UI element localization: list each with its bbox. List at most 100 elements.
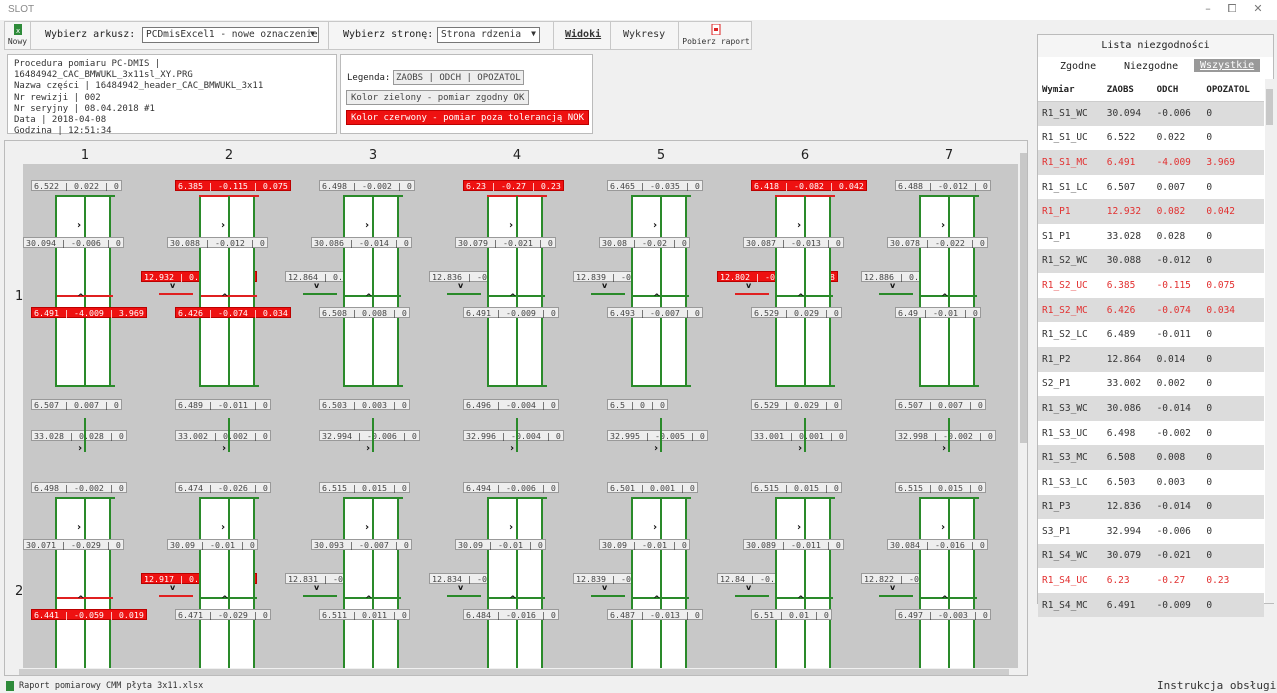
arrow-right-icon: › — [653, 220, 658, 231]
panel-scrollbar[interactable] — [1265, 79, 1274, 603]
table-row[interactable]: R1_S1_WC 30.094 -0.006 0 — [1038, 101, 1264, 126]
arrow-right-icon: › — [365, 220, 370, 231]
tab-nonconforming[interactable]: Niezgodne — [1124, 61, 1178, 72]
table-row[interactable]: R1_S4_MC 6.491 -0.009 0 — [1038, 592, 1264, 618]
width-value: 30.071 | -0.029 | 0 — [23, 539, 124, 550]
width-value: 30.087 | -0.013 | 0 — [743, 237, 844, 248]
table-cell: 0 — [1206, 329, 1213, 341]
middle-cap-value: 6.508 | 0.008 | 0 — [319, 307, 410, 318]
upper-cap-value: 6.498 | -0.002 | 0 — [31, 482, 127, 493]
table-row[interactable]: R1_P2 12.864 0.014 0 — [1038, 346, 1264, 372]
table-cell: -0.009 — [1152, 592, 1203, 618]
nonconformity-panel: Lista niezgodności Zgodne Niezgodne Wszy… — [1037, 34, 1274, 618]
middle-cap-value: 6.487 | -0.013 | 0 — [607, 609, 703, 620]
slot-center-line — [804, 498, 806, 673]
panel-scroll-thumb[interactable] — [1266, 89, 1273, 125]
arrow-up-icon: ^ — [797, 595, 805, 605]
sheet-select[interactable]: PCDmisExcel1 - nowe oznaczenie ▼ — [142, 27, 319, 43]
table-cell: 0.014 — [1152, 346, 1203, 372]
table-cell: 0.034 — [1202, 297, 1264, 323]
spacing-line — [660, 418, 662, 452]
slot-outline — [487, 498, 543, 673]
spacing-value: 32.994 | -0.006 | 0 — [319, 430, 420, 441]
table-row[interactable]: R1_S2_LC 6.489 -0.011 0 — [1038, 322, 1264, 347]
slot-outline — [775, 196, 831, 386]
table-row[interactable]: R1_S3_WC 30.086 -0.014 0 — [1038, 396, 1264, 421]
table-row[interactable]: S2_P1 33.002 0.002 0 — [1038, 372, 1264, 397]
table-cell: 6.385 — [1106, 279, 1136, 291]
maximize-button[interactable]: ⧠ — [1222, 2, 1242, 18]
status-file[interactable]: Raport pomiarowy CMM płyta 3x11.xlsx — [19, 681, 203, 691]
excel-file-icon — [6, 681, 14, 691]
tab-all[interactable]: Wszystkie — [1194, 59, 1261, 72]
page-select[interactable]: Strona rdzenia ▼ — [437, 27, 540, 43]
chevron-down-icon: v — [458, 583, 464, 592]
arrow-right-icon: › — [365, 522, 370, 533]
views-tab[interactable]: Widoki — [565, 29, 601, 40]
middle-cap-value: 6.51 | 0.01 | 0 — [751, 609, 832, 620]
table-row[interactable]: R1_S1_MC 6.491 -4.009 3.969 — [1038, 150, 1264, 175]
table-cell: 12.932 — [1102, 199, 1153, 224]
slot-mid-line — [633, 597, 689, 599]
pitch-line — [159, 293, 193, 295]
slot-outline — [55, 498, 111, 673]
pitch-line — [447, 595, 481, 597]
slot-center-line — [660, 196, 662, 386]
table-cell: 6.522 — [1106, 132, 1136, 144]
table-cell: -0.115 — [1156, 279, 1191, 291]
horizontal-scroll-thumb[interactable] — [19, 669, 1009, 675]
table-row[interactable]: R1_P3 12.836 -0.014 0 — [1038, 494, 1264, 520]
middle-cap-value: 6.441 | -0.059 | 0.019 — [31, 609, 147, 620]
slot-center-line — [84, 196, 86, 386]
table-row[interactable]: R1_S3_LC 6.503 0.003 0 — [1038, 470, 1264, 495]
vertical-scroll-thumb[interactable] — [1020, 153, 1027, 443]
width-value: 30.089 | -0.011 | 0 — [743, 539, 844, 550]
table-row[interactable]: R1_S2_MC 6.426 -0.074 0.034 — [1038, 297, 1264, 323]
table-cell: R1_P2 — [1038, 346, 1103, 372]
table-row[interactable]: R1_P1 12.932 0.082 0.042 — [1038, 199, 1264, 224]
new-button-label: Nowy — [7, 37, 28, 46]
upper-cap-value: 6.501 | 0.001 | 0 — [607, 482, 698, 493]
table-row[interactable]: R1_S3_UC 6.498 -0.002 0 — [1038, 421, 1264, 446]
arrow-up-icon: ^ — [797, 293, 805, 303]
new-button[interactable]: x Nowy — [5, 22, 31, 49]
tab-conforming[interactable]: Zgodne — [1060, 61, 1096, 72]
table-row[interactable]: S1_P1 33.028 0.028 0 — [1038, 224, 1264, 249]
table-cell: 0.002 — [1156, 378, 1186, 390]
minimize-button[interactable]: – — [1198, 2, 1218, 18]
table-cell: S2_P1 — [1042, 378, 1071, 390]
column-number: 2 — [224, 148, 234, 163]
close-button[interactable]: ✕ — [1248, 2, 1268, 18]
table-row[interactable]: R1_S1_UC 6.522 0.022 0 — [1038, 126, 1264, 151]
slot-mid-line — [489, 295, 545, 297]
table-cell: 0 — [1206, 476, 1213, 488]
middle-cap-value: 6.49 | -0.01 | 0 — [895, 307, 981, 318]
slot-outline — [343, 196, 399, 386]
charts-tab[interactable]: Wykresy — [623, 29, 665, 40]
table-row[interactable]: R1_S2_UC 6.385 -0.115 0.075 — [1038, 273, 1264, 298]
slot-center-line — [372, 498, 374, 673]
width-value: 30.08 | -0.02 | 0 — [599, 237, 690, 248]
table-row[interactable]: R1_S4_WC 30.079 -0.021 0 — [1038, 543, 1264, 569]
spacing-value: 32.996 | -0.004 | 0 — [463, 430, 564, 441]
arrow-up-icon: ^ — [221, 595, 229, 605]
table-row[interactable]: R1_S3_MC 6.508 0.008 0 — [1038, 445, 1264, 470]
table-cell: 6.489 — [1106, 329, 1136, 341]
table-cell: R1_S3_LC — [1042, 476, 1088, 488]
arrow-right-icon: › — [510, 443, 515, 454]
table-cell: 0 — [1202, 396, 1264, 421]
arrow-right-icon: › — [941, 522, 946, 533]
upper-cap-value: 6.474 | -0.026 | 0 — [175, 482, 271, 493]
download-report-button[interactable]: Pobierz raport — [678, 22, 753, 49]
table-row[interactable]: R1_S1_LC 6.507 0.007 0 — [1038, 175, 1264, 200]
table-row[interactable]: R1_S2_WC 30.088 -0.012 0 — [1038, 248, 1264, 274]
slot-mid-line — [921, 295, 977, 297]
help-link[interactable]: Instrukcja obsługi — [1157, 679, 1276, 692]
arrow-right-icon: › — [653, 522, 658, 533]
slot-outline — [919, 196, 975, 386]
chevron-down-icon: v — [314, 583, 320, 592]
table-cell: 3.969 — [1202, 150, 1264, 175]
table-cell: R1_S2_WC — [1038, 248, 1103, 274]
table-row[interactable]: S3_P1 32.994 -0.006 0 — [1038, 519, 1264, 544]
table-row[interactable]: R1_S4_UC 6.23 -0.27 0.23 — [1038, 568, 1264, 593]
